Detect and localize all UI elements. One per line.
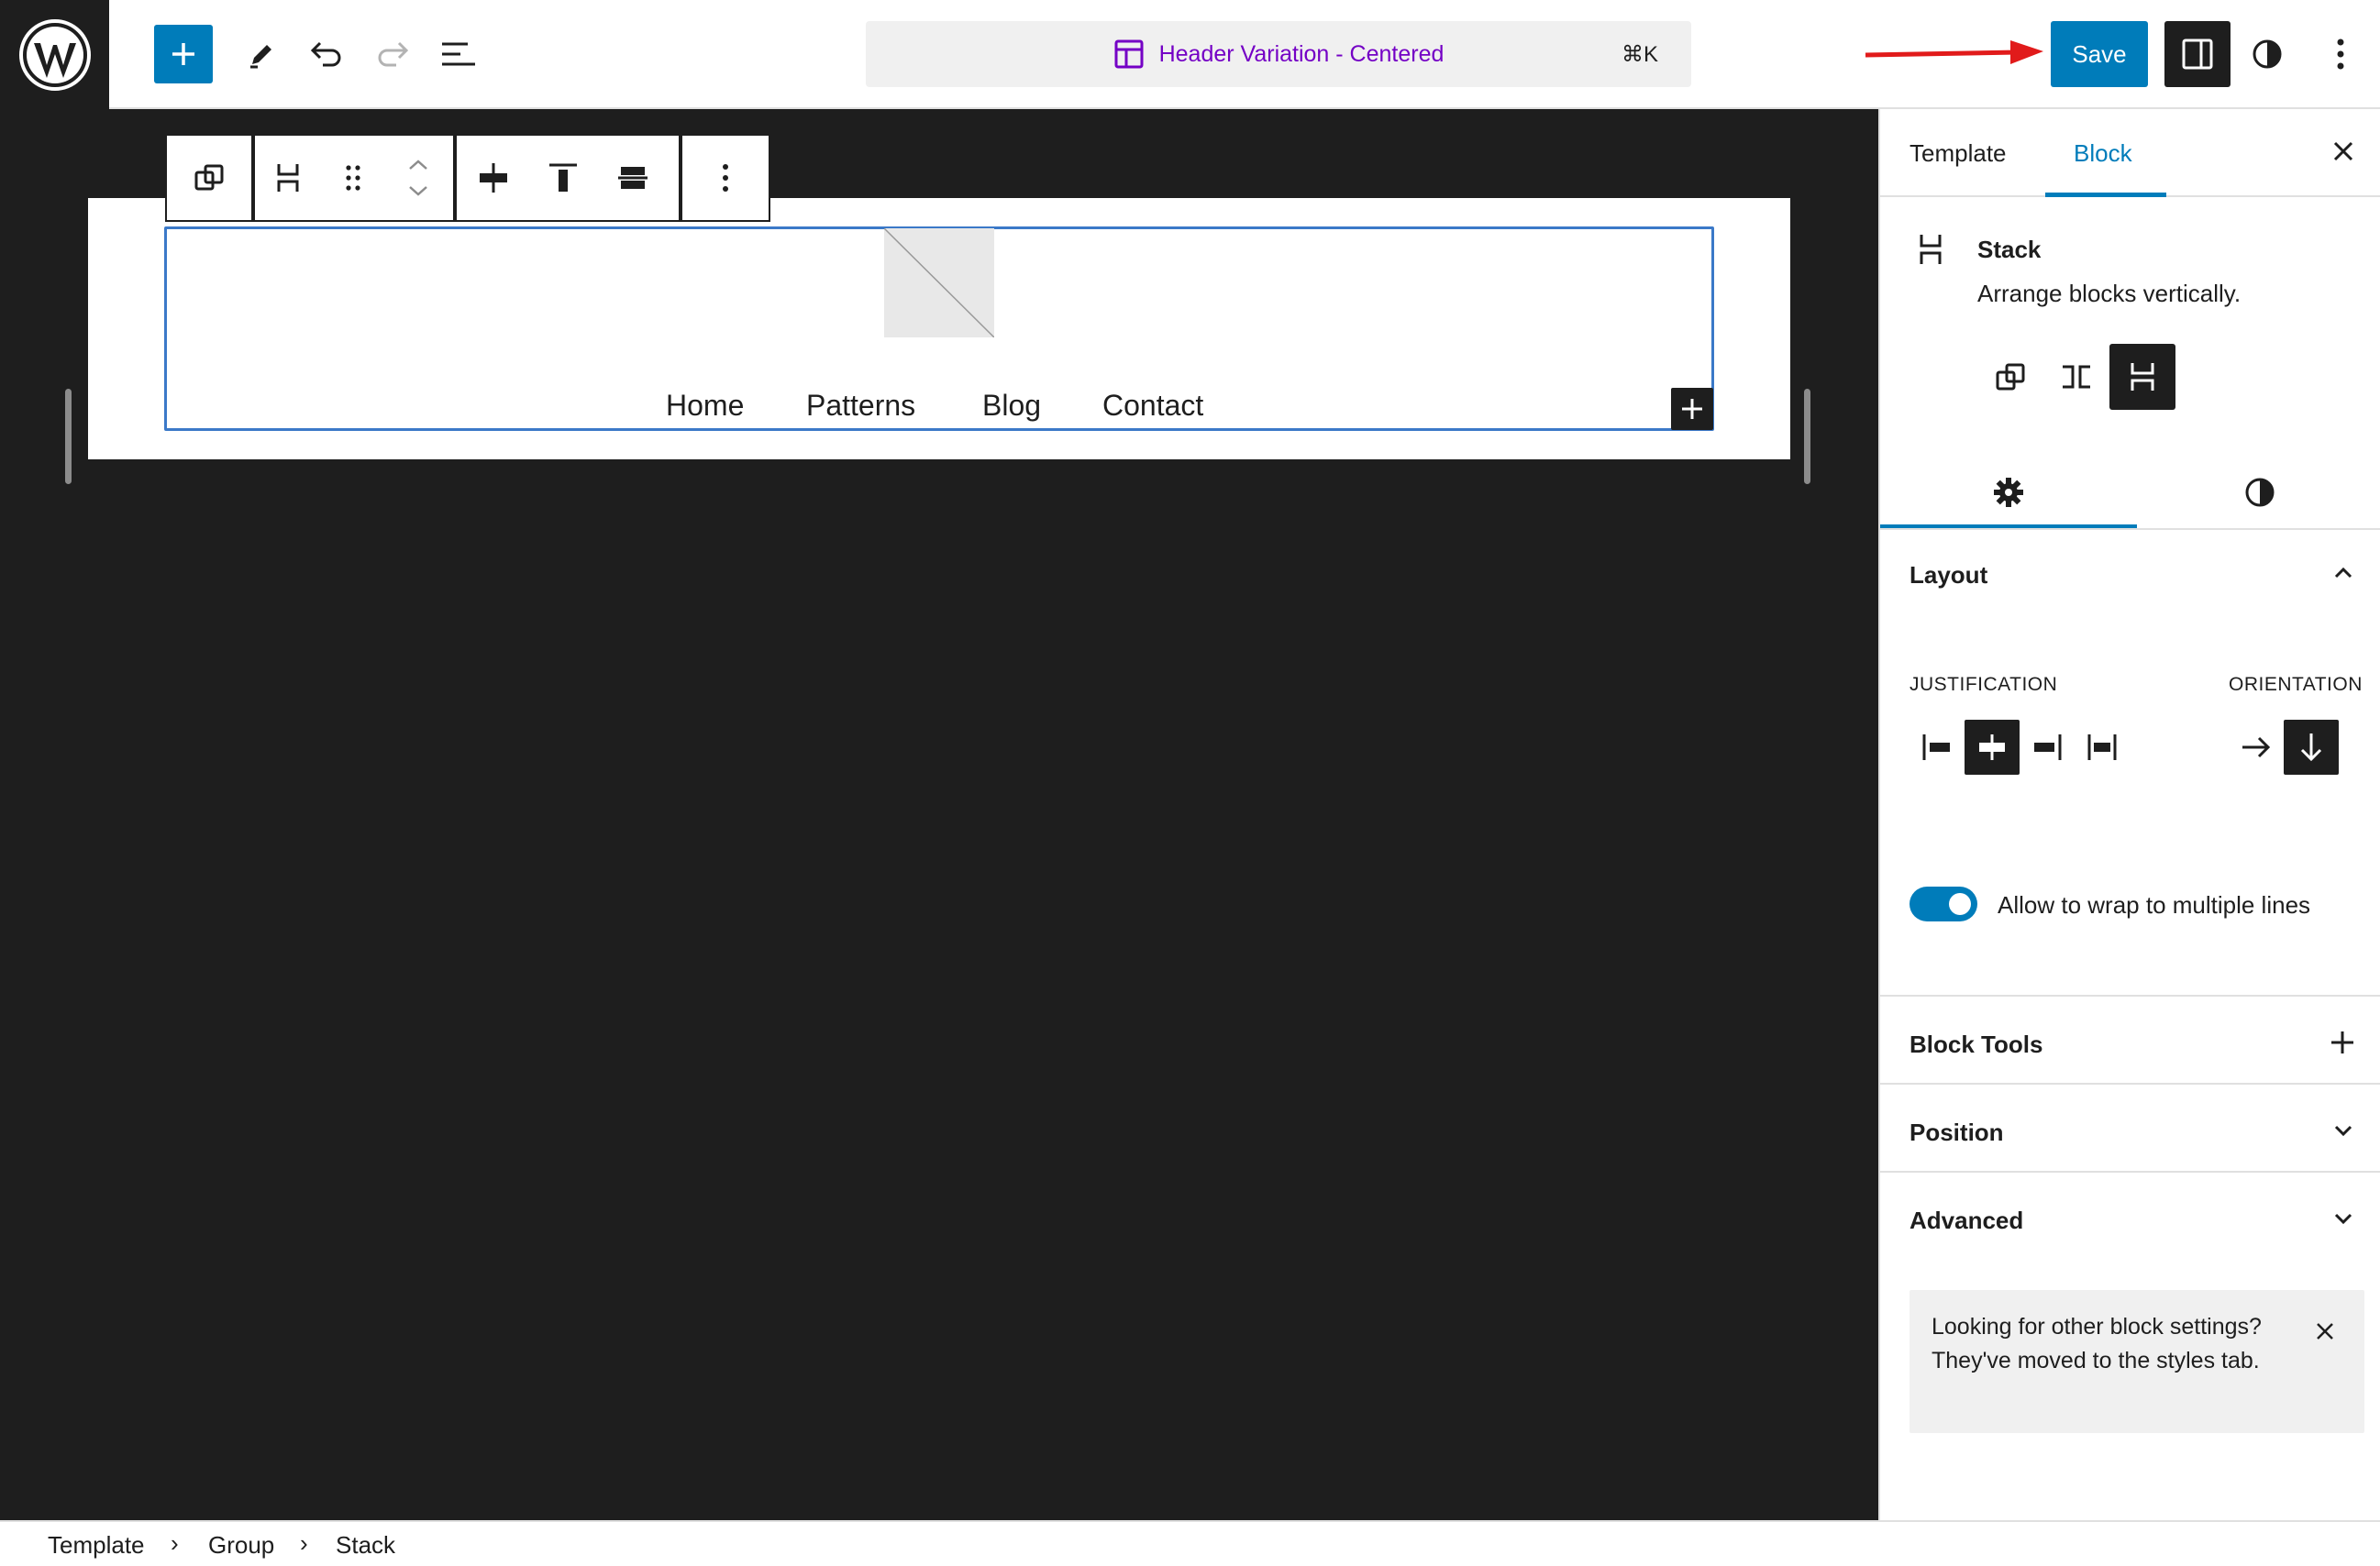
justification-label: JUSTIFICATION (1910, 674, 2058, 695)
block-variations (1977, 344, 2175, 410)
justify-right-icon[interactable] (2020, 720, 2075, 775)
justify-stretch-icon[interactable] (2075, 720, 2130, 775)
wrap-toggle-label: Allow to wrap to multiple lines (1998, 891, 2311, 919)
breadcrumb-stack: Stack (336, 1531, 396, 1559)
arrow-right-icon[interactable] (2229, 720, 2284, 775)
undo-icon[interactable] (297, 25, 356, 83)
justification-control (1910, 720, 2130, 775)
row-variation-icon[interactable] (2043, 344, 2109, 410)
sidebar-tabs: Template Block (1880, 109, 2380, 197)
shortcut-hint: ⌘K (1621, 42, 1658, 67)
options-menu-icon[interactable] (2311, 25, 2370, 83)
notice-text: Looking for other block settings? They'v… (1932, 1314, 2262, 1373)
red-arrow-annotation (1865, 40, 2043, 64)
chevron-right-icon: › (300, 1529, 308, 1557)
justify-center-icon[interactable] (1965, 720, 2020, 775)
justify-center-icon[interactable] (457, 136, 530, 220)
template-part-icon (1114, 39, 1144, 69)
block-tools-panel-title[interactable]: Block Tools (1910, 1031, 2042, 1059)
left-resize-handle[interactable] (65, 389, 72, 484)
wrap-toggle[interactable] (1910, 887, 1977, 921)
document-overview-icon[interactable] (429, 25, 488, 83)
stack-variation-icon[interactable] (2109, 344, 2175, 410)
layout-panel-title[interactable]: Layout (1910, 561, 1987, 590)
styles-tab-icon[interactable] (2137, 458, 2380, 527)
settings-sidebar-toggle-icon[interactable] (2164, 21, 2231, 87)
add-block-button[interactable] (154, 25, 213, 83)
nav-item-patterns[interactable]: Patterns (806, 389, 915, 423)
drag-handle-icon[interactable] (321, 136, 385, 220)
advanced-panel-title[interactable]: Advanced (1910, 1207, 2023, 1235)
orientation-label: ORIENTATION (2229, 674, 2363, 695)
block-card-description: Arrange blocks vertically. (1977, 280, 2242, 307)
styles-contrast-icon[interactable] (2238, 25, 2297, 83)
active-subtab-indicator (1880, 524, 2137, 528)
justify-left-icon[interactable] (1910, 720, 1965, 775)
stack-block-icon[interactable] (255, 136, 321, 220)
move-up-down-icon[interactable] (385, 136, 451, 220)
close-notice-icon[interactable] (2313, 1319, 2337, 1343)
arrow-down-icon[interactable] (2284, 720, 2339, 775)
chevron-right-icon: › (171, 1529, 179, 1557)
command-palette-bar[interactable]: Header Variation - Centered ⌘K (866, 21, 1691, 87)
chevron-down-icon[interactable] (2330, 1206, 2356, 1231)
nav-item-contact[interactable]: Contact (1102, 389, 1203, 423)
settings-gear-icon[interactable] (1880, 458, 2137, 527)
breadcrumb-group[interactable]: Group (208, 1531, 274, 1560)
group-variation-icon[interactable] (1977, 344, 2043, 410)
tab-block[interactable]: Block (2074, 109, 2132, 197)
chevron-up-icon[interactable] (2330, 560, 2356, 586)
save-button[interactable]: Save (2051, 21, 2148, 87)
styles-moved-notice: Looking for other block settings? They'v… (1910, 1290, 2364, 1433)
edit-tool-icon[interactable] (231, 25, 290, 83)
block-card-title: Stack (1977, 236, 2042, 263)
align-top-icon[interactable] (530, 136, 596, 220)
site-logo-placeholder[interactable] (884, 228, 994, 337)
align-middle-icon[interactable] (596, 136, 670, 220)
block-toolbar (165, 134, 770, 222)
active-tab-indicator (2045, 193, 2166, 197)
close-sidebar-icon[interactable] (2329, 137, 2358, 166)
block-options-icon[interactable] (682, 136, 769, 220)
wordpress-logo-icon[interactable] (0, 0, 109, 109)
chevron-down-icon[interactable] (2330, 1118, 2356, 1143)
redo-icon[interactable] (363, 25, 422, 83)
settings-sidebar: Template Block Stack Arrange blocks vert… (1878, 109, 2380, 1520)
plus-icon[interactable] (2329, 1029, 2356, 1056)
right-resize-handle[interactable] (1804, 389, 1810, 484)
nav-item-blog[interactable]: Blog (982, 389, 1041, 423)
editor-header: Header Variation - Centered ⌘K Save (0, 0, 2380, 109)
position-panel-title[interactable]: Position (1910, 1119, 2004, 1147)
breadcrumb-template[interactable]: Template (48, 1531, 145, 1560)
block-breadcrumb: Template › Group › Stack (0, 1520, 2380, 1566)
tab-template[interactable]: Template (1910, 109, 2007, 197)
nav-item-home[interactable]: Home (666, 389, 744, 423)
template-title: Header Variation - Centered (1158, 40, 1445, 67)
orientation-control (2229, 720, 2339, 775)
stack-block-icon (1917, 232, 1944, 267)
append-block-button[interactable] (1671, 388, 1713, 430)
parent-group-icon[interactable] (167, 136, 251, 220)
